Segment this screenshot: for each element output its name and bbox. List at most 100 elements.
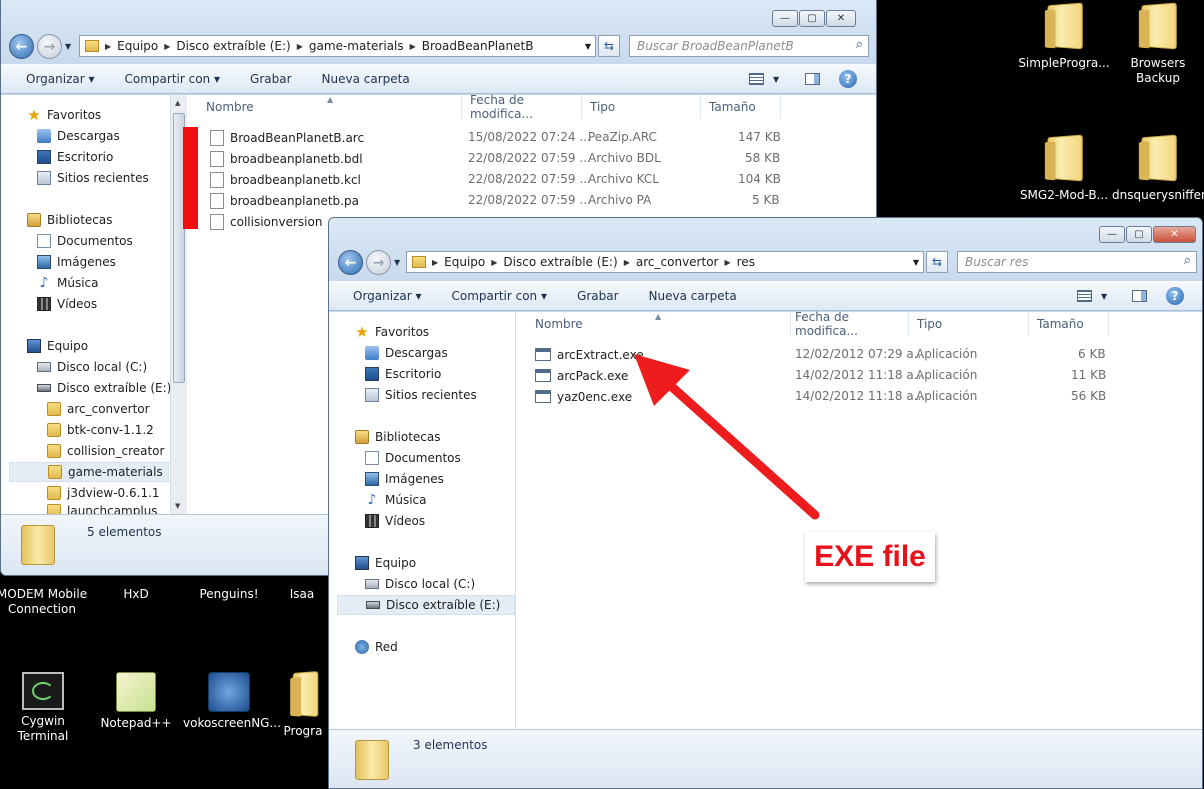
column-header-name[interactable]: Nombre: [198, 95, 462, 119]
desktop-icon-cygwin[interactable]: Cygwin Terminal: [0, 672, 89, 744]
minimize-button[interactable]: —: [772, 10, 798, 27]
desktop-icon-isaa[interactable]: Isaa: [272, 587, 332, 602]
nav-folder-arc-convertor[interactable]: arc_convertor: [47, 399, 150, 419]
share-button[interactable]: Compartir con ▾: [452, 289, 548, 303]
desktop-icon-vokoscreen[interactable]: vokoscreenNG...: [183, 672, 281, 731]
forward-button[interactable]: →: [37, 34, 62, 59]
nav-network[interactable]: Red: [355, 637, 398, 657]
nav-music[interactable]: ♪ Música: [37, 273, 99, 293]
refresh-button[interactable]: ⇆: [598, 35, 620, 57]
nav-desktop[interactable]: Escritorio: [365, 364, 441, 384]
breadcrumb-segment[interactable]: Disco extraíble (E:): [176, 39, 290, 53]
maximize-button[interactable]: ▢: [799, 10, 825, 27]
nav-videos[interactable]: Vídeos: [37, 294, 97, 314]
breadcrumb-segment[interactable]: res: [737, 255, 755, 269]
new-folder-button[interactable]: Nueva carpeta: [322, 72, 410, 86]
view-options-icon[interactable]: [1077, 290, 1092, 302]
nav-desktop[interactable]: Escritorio: [37, 147, 113, 167]
nav-local-disk[interactable]: Disco local (C:): [365, 574, 475, 594]
column-header-date[interactable]: Fecha de modifica...: [462, 93, 582, 121]
file-row[interactable]: broadbeanplanetb.kcl 22/08/2022 07:59 ..…: [210, 169, 790, 190]
refresh-button[interactable]: ⇆: [926, 251, 948, 273]
nav-libraries[interactable]: Bibliotecas: [27, 210, 112, 230]
nav-documents[interactable]: Documentos: [37, 231, 133, 251]
nav-folder-game-materials[interactable]: game-materials: [9, 462, 169, 482]
nav-removable-disk[interactable]: Disco extraíble (E:): [37, 378, 171, 398]
history-dropdown[interactable]: ▼: [394, 258, 400, 267]
nav-libraries[interactable]: Bibliotecas: [355, 427, 440, 447]
nav-videos[interactable]: Vídeos: [365, 511, 425, 531]
breadcrumb-segment[interactable]: BroadBeanPlanetB: [422, 39, 534, 53]
nav-folder-launchcamplus[interactable]: launchcamplus: [47, 504, 158, 514]
breadcrumb-segment[interactable]: game-materials: [309, 39, 404, 53]
burn-button[interactable]: Grabar: [250, 72, 292, 86]
nav-favorites[interactable]: ★ Favoritos: [27, 105, 101, 125]
nav-computer[interactable]: Equipo: [27, 336, 88, 356]
organize-button[interactable]: Organizar ▾: [26, 72, 95, 86]
file-row[interactable]: BroadBeanPlanetB.arc 15/08/2022 07:24 ..…: [210, 127, 790, 148]
nav-favorites[interactable]: ★ Favoritos: [355, 322, 429, 342]
help-icon[interactable]: ?: [839, 70, 857, 88]
history-dropdown[interactable]: ▼: [65, 42, 71, 51]
column-header-size[interactable]: Tamaño: [701, 95, 781, 119]
new-folder-button[interactable]: Nueva carpeta: [649, 289, 737, 303]
close-button[interactable]: ✕: [1153, 226, 1196, 243]
address-bar[interactable]: ▶ Equipo ▶ Disco extraíble (E:) ▶ game-m…: [79, 35, 596, 57]
nav-images[interactable]: Imágenes: [37, 252, 116, 272]
nav-downloads[interactable]: Descargas: [365, 343, 448, 363]
desktop-icon-progra[interactable]: Progra: [276, 670, 330, 739]
nav-folder-j3dview[interactable]: j3dview-0.6.1.1: [47, 483, 160, 503]
close-button[interactable]: ✕: [826, 10, 856, 27]
nav-images[interactable]: Imágenes: [365, 469, 444, 489]
chevron-down-icon[interactable]: ▼: [773, 75, 779, 84]
column-header-size[interactable]: Tamaño: [1029, 312, 1109, 336]
file-row[interactable]: broadbeanplanetb.bdl 22/08/2022 07:59 ..…: [210, 148, 790, 169]
nav-recent[interactable]: Sitios recientes: [37, 168, 149, 188]
chevron-down-icon[interactable]: ▼: [913, 258, 919, 267]
nav-downloads[interactable]: Descargas: [37, 126, 120, 146]
organize-button[interactable]: Organizar ▾: [353, 289, 422, 303]
desktop-icon-dnsquerysniffer[interactable]: dnsquerysniffer: [1112, 134, 1204, 203]
search-input[interactable]: Buscar res ⌕: [957, 251, 1197, 273]
file-row[interactable]: broadbeanplanetb.pa 22/08/2022 07:59 ...…: [210, 190, 790, 211]
column-header-type[interactable]: Tipo: [582, 95, 701, 119]
burn-button[interactable]: Grabar: [577, 289, 619, 303]
file-row[interactable]: collisionversion: [210, 211, 330, 232]
desktop-icon-hxd[interactable]: HxD: [90, 587, 182, 602]
nav-computer[interactable]: Equipo: [355, 553, 416, 573]
desktop-icon-modem[interactable]: MODEM Mobile Connection: [0, 587, 88, 617]
nav-local-disk[interactable]: Disco local (C:): [37, 357, 147, 377]
help-icon[interactable]: ?: [1166, 287, 1184, 305]
nav-recent[interactable]: Sitios recientes: [365, 385, 477, 405]
desktop-icon-penguins[interactable]: Penguins!: [183, 587, 275, 602]
forward-button[interactable]: →: [366, 250, 391, 275]
nav-music[interactable]: ♪ Música: [365, 490, 427, 510]
chevron-down-icon[interactable]: ▼: [1101, 292, 1107, 301]
preview-pane-icon[interactable]: [1132, 290, 1147, 302]
view-options-icon[interactable]: [749, 73, 764, 85]
desktop-icon-smg2-mod[interactable]: SMG2-Mod-B...: [1018, 134, 1110, 203]
breadcrumb-segment[interactable]: Equipo: [444, 255, 485, 269]
scroll-up-icon[interactable]: ▲: [175, 99, 180, 107]
back-button[interactable]: ←: [338, 250, 363, 275]
scroll-down-icon[interactable]: ▼: [175, 502, 180, 510]
column-header-type[interactable]: Tipo: [909, 312, 1029, 336]
maximize-button[interactable]: ▢: [1126, 226, 1152, 243]
desktop-icon-browsers-backup[interactable]: Browsers Backup: [1112, 2, 1204, 86]
nav-folder-collision-creator[interactable]: collision_creator: [47, 441, 164, 461]
nav-folder-btk-conv[interactable]: btk-conv-1.1.2: [47, 420, 154, 440]
search-input[interactable]: Buscar BroadBeanPlanetB ⌕: [629, 35, 869, 57]
desktop-icon-notepadpp[interactable]: Notepad++: [90, 672, 182, 731]
column-header-name[interactable]: Nombre: [527, 312, 791, 336]
chevron-down-icon[interactable]: ▼: [585, 42, 591, 51]
share-button[interactable]: Compartir con ▾: [125, 72, 221, 86]
breadcrumb-segment[interactable]: arc_convertor: [636, 255, 719, 269]
nav-removable-disk[interactable]: Disco extraíble (E:): [337, 595, 515, 615]
back-button[interactable]: ←: [9, 34, 34, 59]
minimize-button[interactable]: —: [1099, 226, 1125, 243]
breadcrumb-segment[interactable]: Equipo: [117, 39, 158, 53]
preview-pane-icon[interactable]: [805, 73, 820, 85]
desktop-icon-simpleprogra[interactable]: SimpleProgra...: [1018, 2, 1110, 71]
breadcrumb-segment[interactable]: Disco extraíble (E:): [503, 255, 617, 269]
address-bar[interactable]: ▶ Equipo ▶ Disco extraíble (E:) ▶ arc_co…: [406, 251, 924, 273]
